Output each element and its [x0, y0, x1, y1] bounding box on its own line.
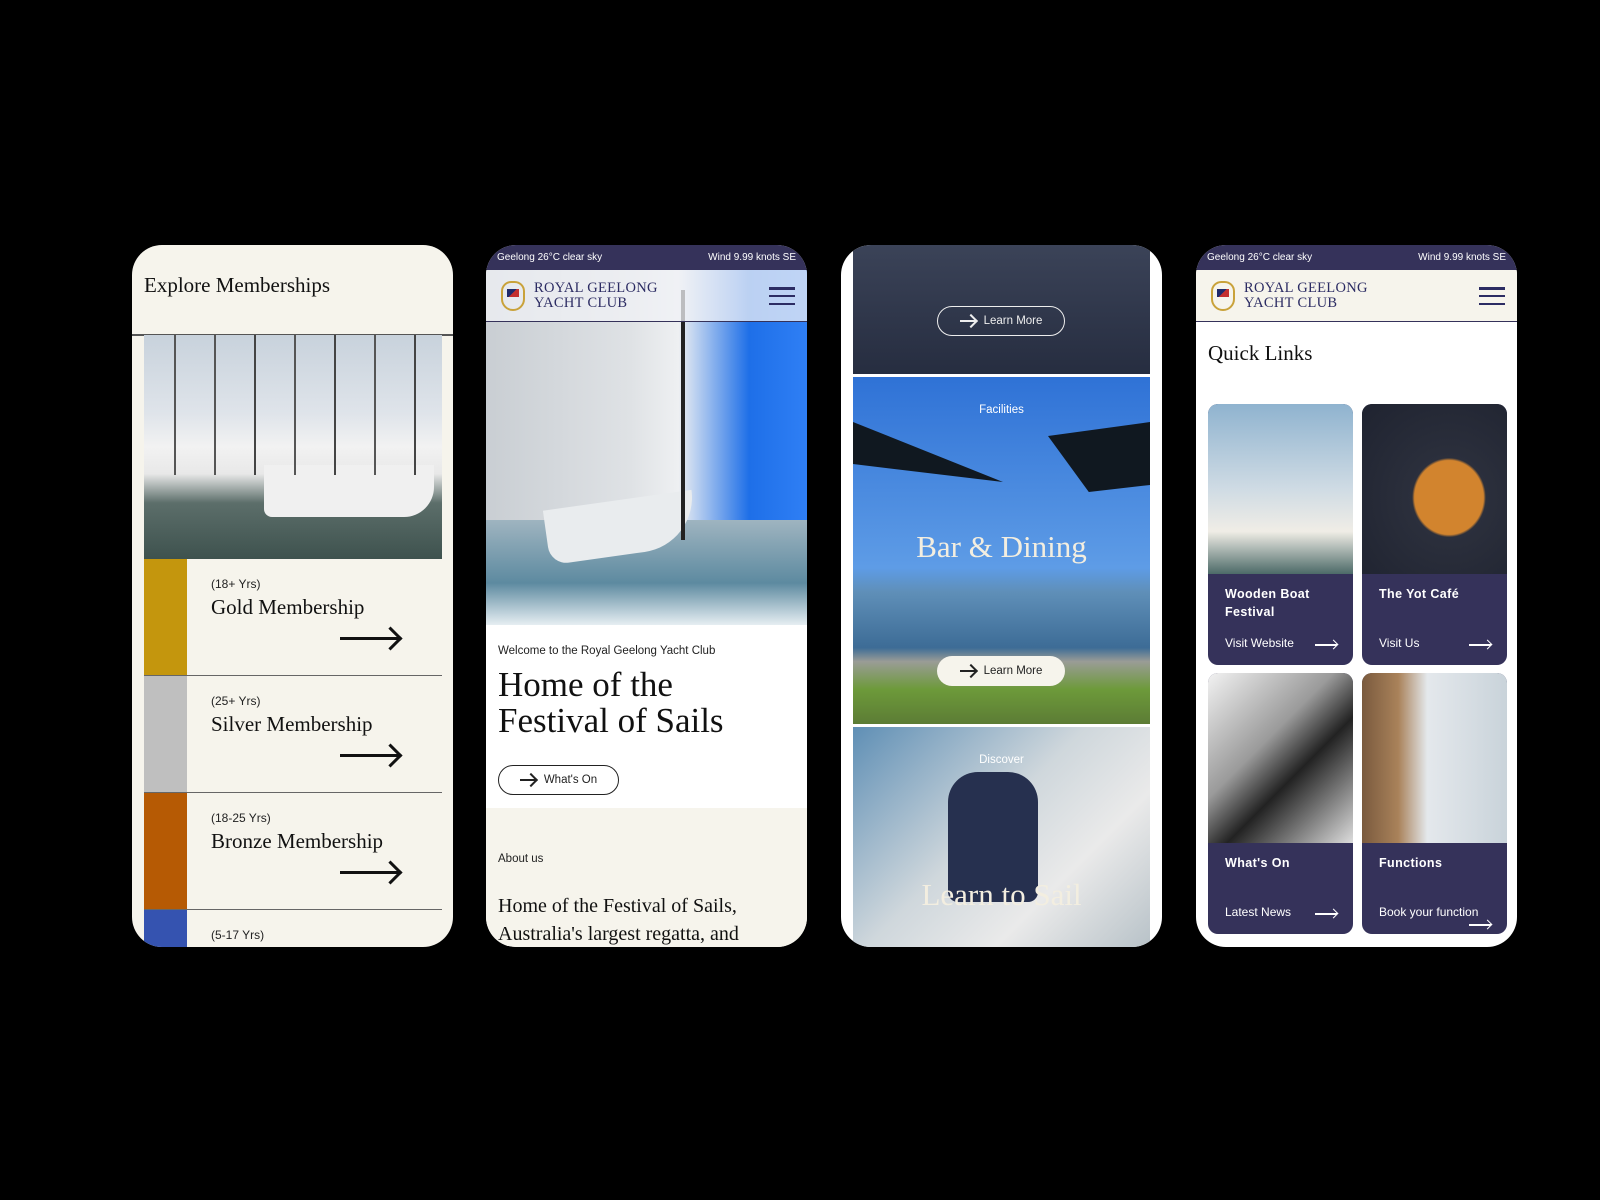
- site-header: ROYAL GEELONG YACHT CLUB: [486, 270, 807, 322]
- quick-link-functions[interactable]: Functions Book your function: [1362, 673, 1507, 934]
- quick-link-yot-cafe[interactable]: The Yot Café Visit Us: [1362, 404, 1507, 665]
- page-title: Explore Memberships: [144, 273, 331, 297]
- phone-memberships: Explore Memberships (18+ Yrs) Gold Membe…: [132, 245, 453, 947]
- quick-link-whats-on[interactable]: What's On Latest News: [1208, 673, 1353, 934]
- site-header: ROYAL GEELONG YACHT CLUB: [1196, 270, 1517, 322]
- welcome-text: Welcome to the Royal Geelong Yacht Club: [498, 645, 716, 657]
- menu-icon[interactable]: [1479, 287, 1505, 305]
- about-section: About us Home of the Festival of Sails, …: [486, 808, 807, 947]
- membership-junior[interactable]: (5-17 Yrs): [144, 910, 442, 947]
- regatta-panel: Learn More: [853, 245, 1150, 374]
- phone-features: Learn More Facilities Bar & Dining Learn…: [841, 245, 1162, 947]
- bar-dining-panel: Facilities Bar & Dining Learn More: [853, 377, 1150, 724]
- arrow-right-icon: [340, 637, 400, 640]
- weather-text: Geelong 26°C clear sky: [497, 252, 603, 263]
- membership-silver[interactable]: (25+ Yrs) Silver Membership: [144, 676, 442, 793]
- marina-image: [144, 335, 442, 559]
- wind-text: Wind 9.99 knots SE: [1418, 252, 1506, 263]
- phone-home: Geelong 26°C clear sky Wind 9.99 knots S…: [486, 245, 807, 947]
- whats-on-button[interactable]: What's On: [498, 765, 619, 795]
- section-title: Quick Links: [1208, 341, 1313, 365]
- club-logo[interactable]: [498, 279, 528, 313]
- learn-to-sail-panel: Discover Learn to Sail: [853, 727, 1150, 947]
- arrow-right-icon: [1315, 913, 1337, 915]
- arrow-right-icon: [1469, 924, 1491, 926]
- menu-icon[interactable]: [769, 287, 795, 305]
- learn-more-button[interactable]: Learn More: [937, 306, 1065, 336]
- status-bar: Geelong 26°C clear sky Wind 9.99 knots S…: [1196, 245, 1517, 270]
- bar-dining-title: Bar & Dining: [916, 529, 1087, 564]
- phone-quick-links: Geelong 26°C clear sky Wind 9.99 knots S…: [1196, 245, 1517, 947]
- arrow-right-icon: [340, 754, 400, 757]
- club-logo[interactable]: [1208, 279, 1238, 313]
- arrow-right-icon: [340, 871, 400, 874]
- status-bar: Geelong 26°C clear sky Wind 9.99 knots S…: [486, 245, 807, 270]
- wind-text: Wind 9.99 knots SE: [708, 252, 796, 263]
- arrow-right-icon: [1315, 644, 1337, 646]
- hero-heading: Home of the Festival of Sails: [498, 665, 724, 740]
- weather-text: Geelong 26°C clear sky: [1207, 252, 1313, 263]
- hero-image: [486, 270, 807, 625]
- arrow-right-icon: [1469, 644, 1491, 646]
- arrow-right-icon: [519, 779, 536, 781]
- arrow-right-icon: [959, 320, 976, 322]
- membership-bronze[interactable]: (18-25 Yrs) Bronze Membership: [144, 793, 442, 910]
- quick-link-wooden-boat[interactable]: Wooden Boat Festival Visit Website: [1208, 404, 1353, 665]
- learn-to-sail-title: Learn to Sail: [921, 877, 1082, 912]
- arrow-right-icon: [959, 670, 976, 672]
- membership-gold[interactable]: (18+ Yrs) Gold Membership: [144, 559, 442, 676]
- learn-more-button[interactable]: Learn More: [937, 656, 1065, 686]
